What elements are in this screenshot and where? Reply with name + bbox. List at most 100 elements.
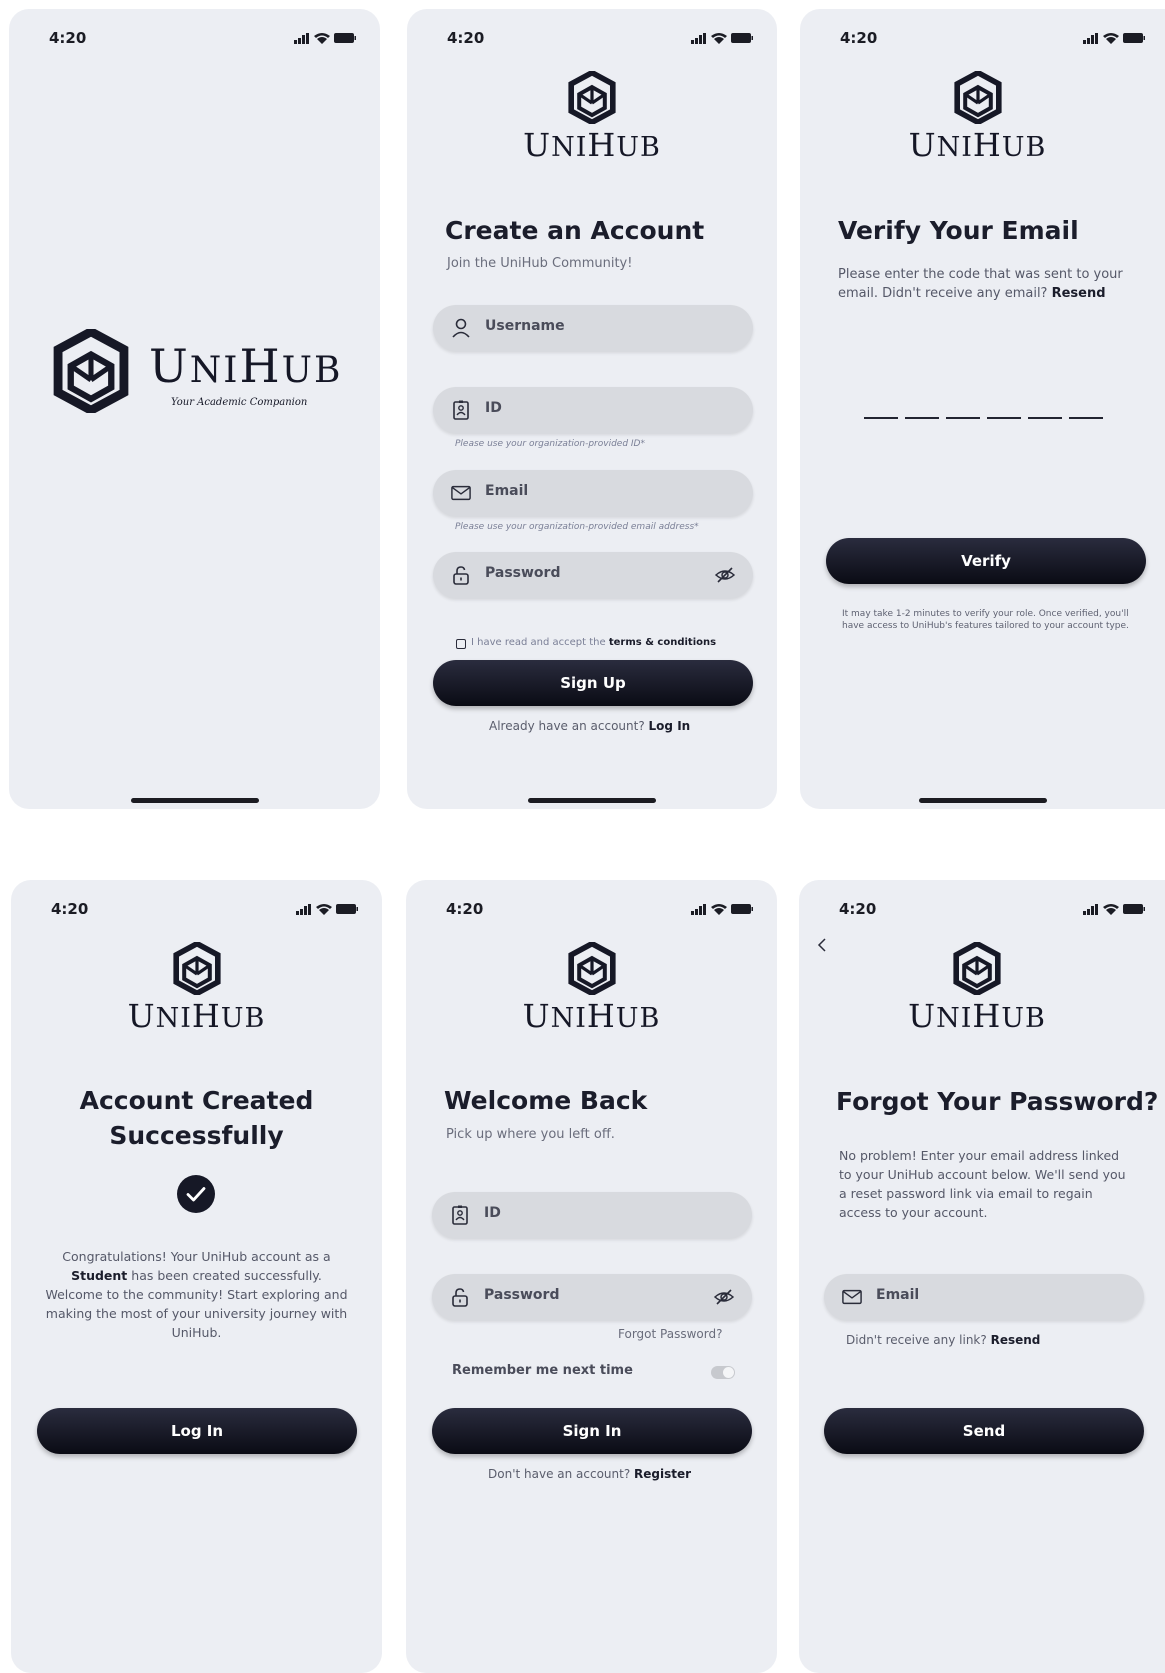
status-icons xyxy=(691,33,753,44)
password-field[interactable]: Password xyxy=(433,552,753,598)
id-field[interactable]: ID xyxy=(433,387,753,433)
status-time: 4:20 xyxy=(840,29,878,47)
email-field[interactable]: Email xyxy=(433,470,753,516)
terms-text: I have read and accept the terms & condi… xyxy=(471,637,716,648)
register-prompt-text: Don't have an account? xyxy=(488,1467,631,1481)
brand-h: H xyxy=(239,339,282,393)
resend-link[interactable]: Resend xyxy=(1052,286,1106,301)
id-badge-icon xyxy=(453,400,469,420)
username-field[interactable]: Username xyxy=(433,305,753,351)
logo-block: UNIHUB xyxy=(406,942,777,1035)
status-time: 4:20 xyxy=(49,29,87,47)
mail-icon xyxy=(842,1289,862,1305)
page-subtitle: Pick up where you left off. xyxy=(446,1127,615,1142)
status-icons xyxy=(1083,904,1145,915)
login-screen: 4:20 UNIHUB Welcome Back Pick up where y… xyxy=(406,880,777,1673)
terms-checkbox[interactable] xyxy=(456,639,466,649)
title-line-1: Account Created xyxy=(79,1086,314,1115)
verify-screen: 4:20 UNIHUB Verify Your Email Please ent… xyxy=(800,9,1165,809)
resend-hint: Didn't receive any link? Resend xyxy=(846,1333,1040,1347)
verify-button[interactable]: Verify xyxy=(826,538,1146,584)
page-title: Verify Your Email xyxy=(838,216,1079,245)
username-placeholder: Username xyxy=(485,318,565,334)
status-time: 4:20 xyxy=(51,900,89,918)
resend-link[interactable]: Resend xyxy=(991,1333,1041,1347)
status-time: 4:20 xyxy=(447,29,485,47)
verify-note: It may take 1-2 minutes to verify your r… xyxy=(842,609,1129,631)
brand-wordmark: UNIHUB xyxy=(127,997,266,1035)
brand-ub: UB xyxy=(281,350,343,391)
status-icons xyxy=(1083,33,1145,44)
page-title: Forgot Your Password? xyxy=(836,1087,1159,1116)
remember-me-label: Remember me next time xyxy=(452,1363,633,1378)
email-field[interactable]: Email xyxy=(824,1274,1144,1320)
brand-wordmark: UNIHUB xyxy=(908,126,1047,164)
status-time: 4:20 xyxy=(839,900,877,918)
forgot-password-link[interactable]: Forgot Password? xyxy=(618,1327,722,1341)
password-placeholder: Password xyxy=(485,565,561,581)
lock-icon xyxy=(453,566,469,585)
home-indicator xyxy=(130,798,259,803)
unihub-logo-icon xyxy=(172,942,221,995)
brand-wordmark: UNIHUB xyxy=(523,126,661,164)
id-placeholder: ID xyxy=(485,400,502,416)
page-title: Account Created Successfully xyxy=(11,1083,382,1153)
eye-off-icon[interactable] xyxy=(715,566,735,584)
logo-block: UNIHUB xyxy=(11,942,382,1035)
unihub-logo-icon xyxy=(953,942,1001,995)
success-message: Congratulations! Your UniHub account as … xyxy=(45,1247,348,1342)
logo-block: UNIHUB xyxy=(800,71,1155,164)
eye-off-icon[interactable] xyxy=(714,1288,734,1306)
check-circle-icon xyxy=(177,1175,215,1213)
resend-hint-text: Didn't receive any link? xyxy=(846,1333,987,1347)
message-prefix: Congratulations! Your UniHub account as … xyxy=(62,1249,331,1264)
status-icons xyxy=(294,33,356,44)
brand-ni: NI xyxy=(189,350,240,391)
otp-digit-4 xyxy=(987,417,1021,419)
register-link[interactable]: Register xyxy=(634,1467,691,1481)
password-placeholder: Password xyxy=(484,1287,560,1303)
forgot-instructions: No problem! Enter your email address lin… xyxy=(839,1148,1126,1220)
terms-prefix: I have read and accept the xyxy=(471,637,606,648)
unihub-logo-icon xyxy=(53,329,129,413)
page-title: Create an Account xyxy=(445,216,705,245)
unihub-logo-icon xyxy=(953,71,1002,124)
otp-digit-5 xyxy=(1028,417,1062,419)
unihub-logo-icon xyxy=(568,71,616,124)
lock-icon xyxy=(452,1288,468,1307)
register-prompt: Don't have an account? Register xyxy=(488,1467,691,1481)
remember-me-toggle[interactable] xyxy=(711,1366,735,1379)
page-title: Welcome Back xyxy=(444,1086,648,1115)
home-indicator xyxy=(918,798,1047,803)
otp-digit-6 xyxy=(1069,417,1103,419)
mail-icon xyxy=(451,485,471,501)
title-line-2: Successfully xyxy=(109,1121,284,1150)
terms-link[interactable]: terms & conditions xyxy=(609,637,716,648)
signup-button[interactable]: Sign Up xyxy=(433,660,753,706)
account-created-screen: 4:20 UNIHUB Account Created Successfully… xyxy=(11,880,382,1673)
unihub-logo-icon xyxy=(567,942,616,995)
email-placeholder: Email xyxy=(876,1287,920,1303)
verify-instructions: Please enter the code that was sent to y… xyxy=(838,265,1138,303)
status-time: 4:20 xyxy=(446,900,484,918)
id-field[interactable]: ID xyxy=(432,1192,752,1238)
brand-wordmark: UNIHUB xyxy=(908,997,1046,1035)
signin-button[interactable]: Sign In xyxy=(432,1408,752,1454)
role-name: Student xyxy=(71,1268,128,1283)
password-field[interactable]: Password xyxy=(432,1274,752,1320)
id-hint: Please use your organization-provided ID… xyxy=(455,439,645,449)
login-link[interactable]: Log In xyxy=(649,719,691,733)
splash-screen: 4:20 UNIHUB Your Academic Companion xyxy=(9,9,380,809)
brand-u: U xyxy=(149,339,190,393)
email-hint: Please use your organization-provided em… xyxy=(455,522,699,532)
signup-screen: 4:20 UNIHUB Create an Account Join the U… xyxy=(407,9,777,809)
otp-digit-2 xyxy=(905,417,939,419)
email-placeholder: Email xyxy=(485,483,529,499)
brand-tagline: Your Academic Companion xyxy=(171,397,308,408)
toggle-knob xyxy=(723,1367,734,1378)
otp-digit-3 xyxy=(946,417,980,419)
send-button[interactable]: Send xyxy=(824,1408,1144,1454)
login-button[interactable]: Log In xyxy=(37,1408,357,1454)
page-subtitle: Join the UniHub Community! xyxy=(447,256,633,271)
otp-input[interactable] xyxy=(864,417,1104,427)
